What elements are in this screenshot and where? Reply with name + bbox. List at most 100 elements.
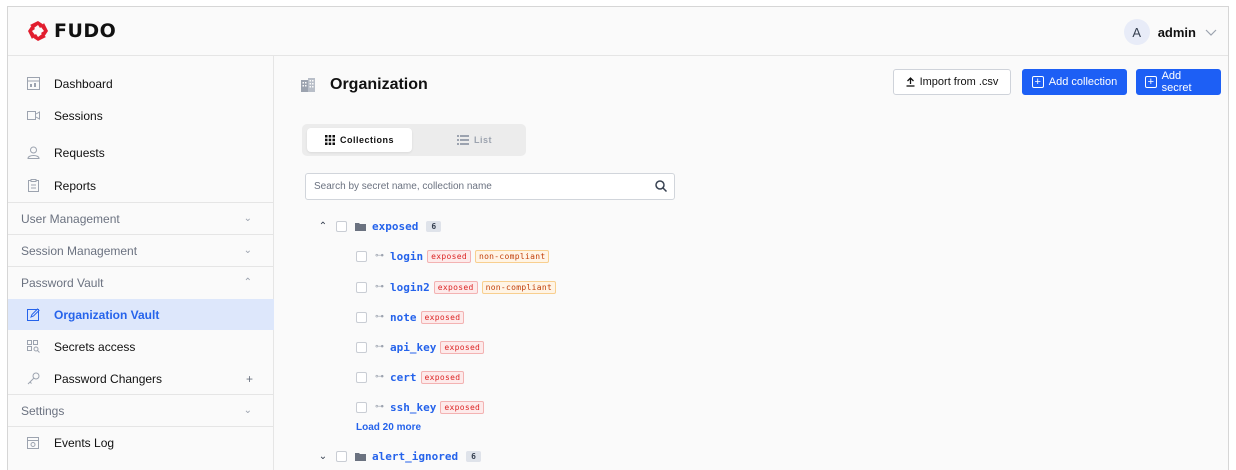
add-secret-label: Add secret: [1161, 70, 1192, 94]
sidebar-item-password-changers[interactable]: Password Changers +: [8, 363, 274, 394]
sidebar-item-label: Events Log: [54, 435, 115, 450]
collection-checkbox[interactable]: [336, 450, 347, 462]
secret-name[interactable]: note: [390, 311, 417, 324]
sidebar-item-label: Requests: [54, 145, 105, 160]
folder-icon: [355, 452, 366, 461]
search-box: [305, 173, 675, 200]
section-session-management[interactable]: Session Management ⌄: [8, 235, 274, 266]
collection-name[interactable]: alert_ignored: [372, 450, 458, 463]
user-icon: [26, 146, 40, 160]
building-icon: [301, 78, 315, 92]
grid-icon: [324, 135, 335, 145]
add-collection-label: Add collection: [1048, 76, 1118, 88]
user-menu[interactable]: A admin: [1123, 19, 1218, 45]
folder-icon: [355, 222, 366, 231]
dashboard-icon: [26, 77, 40, 91]
secret-name[interactable]: cert: [390, 371, 417, 384]
sidebar-item-requests[interactable]: Requests: [8, 137, 274, 168]
sidebar-item-secrets-access[interactable]: Secrets access: [8, 331, 274, 362]
secret-row[interactable]: ⊶ ssh_key exposed: [356, 397, 485, 417]
key-icon: ⊶: [375, 312, 384, 322]
section-label: User Management: [21, 211, 120, 226]
tag-exposed: exposed: [420, 310, 465, 324]
user-name: admin: [1157, 24, 1196, 40]
collection-checkbox[interactable]: [336, 220, 347, 232]
section-label: Password Vault: [21, 275, 104, 290]
expand-plus-icon[interactable]: +: [246, 372, 253, 386]
add-secret-button[interactable]: + Add secret: [1136, 69, 1221, 95]
secret-row[interactable]: ⊶ login exposed non-compliant: [356, 246, 550, 266]
sidebar-item-label: Reports: [54, 178, 97, 193]
key-icon: ⊶: [375, 402, 384, 412]
chevron-up-icon[interactable]: ⌃: [318, 221, 328, 232]
sidebar-item-label: Secrets access: [54, 339, 136, 354]
avatar: A: [1123, 19, 1150, 45]
secret-row[interactable]: ⊶ api_key exposed: [356, 337, 485, 357]
key-icon: ⊶: [375, 282, 384, 292]
tag-non-compliant: non-compliant: [481, 280, 557, 294]
collection-name[interactable]: exposed: [372, 220, 418, 233]
section-password-vault[interactable]: Password Vault ⌃: [8, 267, 274, 298]
page-title: Organization: [330, 76, 428, 93]
sidebar-item-dashboard[interactable]: Dashboard: [8, 68, 274, 99]
search-input[interactable]: [306, 174, 636, 199]
sidebar: Dashboard Sessions Requests Reports User…: [8, 56, 274, 470]
plus-icon: +: [1031, 76, 1044, 88]
tab-collections[interactable]: Collections: [307, 128, 412, 152]
plus-icon: +: [1145, 76, 1157, 88]
edit-icon: [26, 308, 40, 322]
chevron-down-icon[interactable]: ⌄: [318, 451, 328, 462]
secret-name[interactable]: login: [390, 250, 423, 263]
logo-text: FUDO: [54, 20, 117, 42]
fudo-logo[interactable]: FUDO: [26, 19, 116, 43]
secret-checkbox[interactable]: [356, 311, 367, 323]
secret-row[interactable]: ⊶ login2 exposed non-compliant: [356, 277, 557, 297]
sidebar-item-label: Sessions: [54, 108, 103, 123]
secret-name[interactable]: api_key: [390, 341, 436, 354]
list-icon: [456, 135, 469, 145]
chevron-down-icon: ⌄: [243, 213, 252, 224]
load-more-link[interactable]: Load 20 more: [356, 422, 421, 433]
sidebar-item-sessions[interactable]: Sessions: [8, 100, 274, 131]
add-collection-button[interactable]: + Add collection: [1022, 69, 1127, 95]
grid-key-icon: [26, 340, 40, 354]
sidebar-item-reports[interactable]: Reports: [8, 170, 274, 201]
sidebar-item-events-log[interactable]: Events Log: [8, 427, 274, 458]
sidebar-item-label: Password Changers: [54, 371, 163, 386]
collection-row[interactable]: ⌃ exposed 6: [318, 216, 442, 236]
tag-exposed: exposed: [420, 370, 465, 384]
upload-icon: [906, 77, 915, 87]
view-toggle: Collections List: [302, 124, 526, 156]
sidebar-item-label: Dashboard: [54, 76, 113, 91]
app-window: FUDO A admin Dashboard Sessions Requests: [7, 6, 1229, 470]
sidebar-item-organization-vault[interactable]: Organization Vault: [8, 299, 274, 330]
tab-collections-label: Collections: [339, 135, 394, 145]
secret-name[interactable]: login2: [390, 281, 430, 294]
section-user-management[interactable]: User Management ⌄: [8, 203, 274, 234]
secret-row[interactable]: ⊶ cert exposed: [356, 367, 465, 387]
import-csv-label: Import from .csv: [919, 76, 999, 88]
calendar-icon: [26, 436, 40, 450]
chevron-down-icon: ⌄: [243, 405, 252, 416]
secret-checkbox[interactable]: [356, 341, 367, 353]
tab-list[interactable]: List: [427, 128, 522, 152]
secret-checkbox[interactable]: [356, 371, 367, 383]
import-csv-button[interactable]: Import from .csv: [893, 69, 1011, 95]
key-icon: ⊶: [375, 372, 384, 382]
secret-name[interactable]: ssh_key: [390, 401, 436, 414]
sidebar-item-label: Organization Vault: [54, 307, 160, 322]
secret-checkbox[interactable]: [356, 281, 367, 293]
secret-checkbox[interactable]: [356, 250, 367, 262]
search-icon[interactable]: [654, 179, 668, 193]
tag-exposed: exposed: [427, 249, 471, 263]
section-settings[interactable]: Settings ⌄: [8, 395, 274, 426]
key-icon: ⊶: [375, 342, 384, 352]
chevron-up-icon: ⌃: [243, 277, 252, 288]
chevron-down-icon: [1205, 29, 1217, 36]
key-icon: ⊶: [375, 251, 384, 261]
secret-checkbox[interactable]: [356, 401, 367, 413]
collection-row[interactable]: ⌄ alert_ignored 6: [318, 446, 481, 466]
secret-row[interactable]: ⊶ note exposed: [356, 307, 465, 327]
tag-exposed: exposed: [440, 340, 485, 354]
chevron-down-icon: ⌄: [243, 245, 252, 256]
